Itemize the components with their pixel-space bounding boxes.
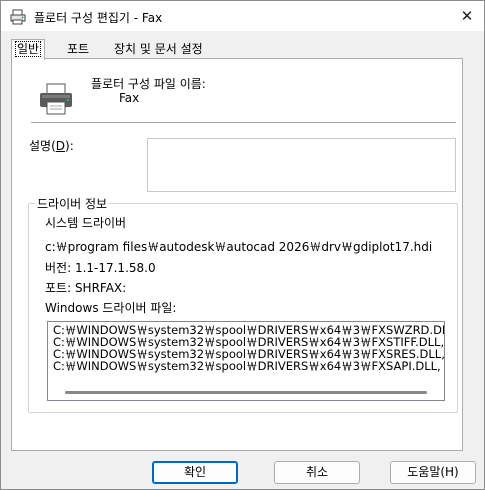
description-label: 설명(D):	[29, 137, 74, 154]
driver-info-group-title: 드라이버 정보	[35, 195, 110, 212]
description-label-access-key: D	[55, 139, 66, 153]
close-button[interactable]: ✕	[454, 4, 480, 28]
cancel-button[interactable]: 취소	[274, 461, 360, 484]
ok-button[interactable]: 확인	[152, 461, 238, 484]
windows-driver-files-label: Windows 드라이버 파일:	[45, 301, 177, 315]
description-label-prefix: 설명(	[29, 139, 56, 153]
printer-icon	[38, 82, 74, 116]
system-driver-label: 시스템 드라이버	[45, 216, 127, 230]
separator	[31, 122, 456, 123]
tab-device-document-settings[interactable]: 장치 및 문서 설정	[114, 41, 203, 57]
help-button[interactable]: 도움말(H)	[390, 461, 476, 484]
plotter-config-filename-label: 플로터 구성 파일 이름:	[91, 77, 206, 91]
plotter-config-filename-value: Fax	[119, 91, 140, 105]
close-icon: ✕	[460, 7, 474, 25]
driver-version: 버전: 1.1-17.1.58.0	[45, 261, 156, 275]
tab-general-label: 일반	[15, 41, 42, 57]
title-bar: 플로터 구성 편집기 - Fax ✕	[1, 1, 484, 31]
window-title: 플로터 구성 편집기 - Fax	[34, 11, 163, 25]
horizontal-scrollbar[interactable]	[48, 384, 444, 400]
tab-port[interactable]: 포트	[67, 41, 89, 57]
driver-files-listbox[interactable]: C:￦WINDOWS￦system32￦spool￦DRIVERS￦x64￦3￦…	[47, 321, 445, 401]
plotter-config-editor-window: 플로터 구성 편집기 - Fax ✕ 일반 포트 장치 및 문서 설정 플로터 …	[0, 0, 485, 490]
plotter-config-app-icon	[10, 9, 26, 25]
description-textarea[interactable]	[147, 138, 456, 192]
description-label-suffix: ):	[65, 139, 74, 153]
tab-general[interactable]: 일반	[11, 39, 46, 60]
list-item: C:￦WINDOWS￦system32￦spool￦DRIVERS￦x64￦3￦…	[53, 359, 445, 373]
scrollbar-thumb[interactable]	[65, 391, 427, 394]
driver-port: 포트: SHRFAX:	[45, 281, 127, 295]
driver-path: c:￦program files￦autodesk￦autocad 2026￦d…	[45, 240, 433, 254]
